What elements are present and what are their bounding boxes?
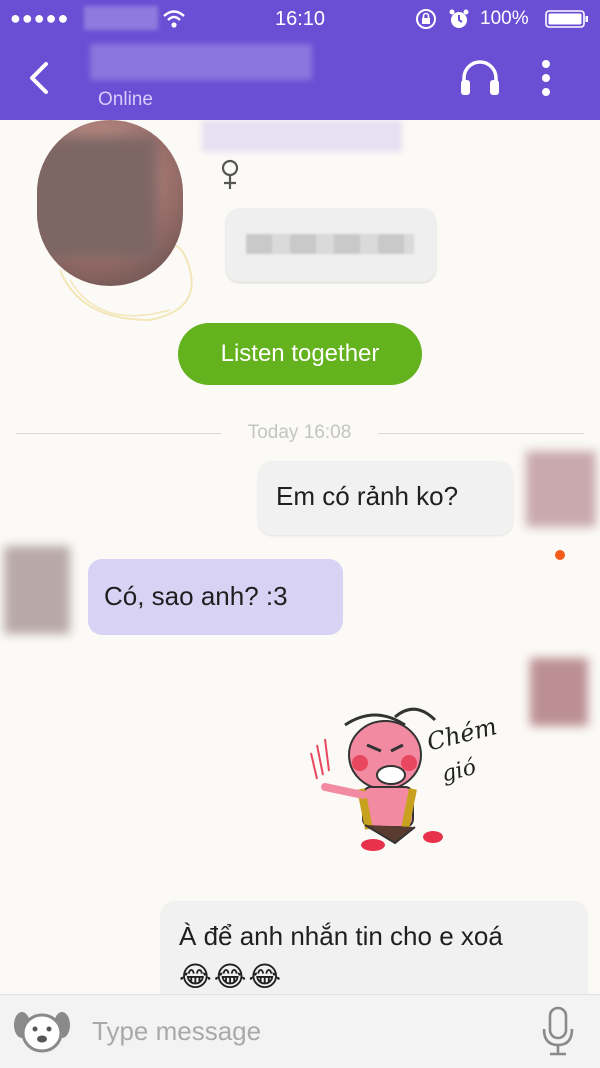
message-text: Có, sao anh? :3 [104,581,288,611]
avatar-blur-overlay [37,136,157,258]
sticker-caption: gió [439,755,478,788]
divider-line-left [16,433,221,434]
message-bubble-outgoing[interactable]: Em có rảnh ko? [258,461,513,535]
chat-header: Online [0,38,600,120]
message-input-bar [0,994,600,1068]
profile-info-bubble [226,208,436,282]
status-bar: ●●●●● 16:10 100% [0,0,600,38]
sticker-dog-icon[interactable] [12,1007,72,1055]
message-input[interactable] [92,1013,512,1049]
back-chevron-icon[interactable] [22,58,56,98]
more-vertical-icon[interactable] [532,56,560,100]
battery-icon [545,10,588,28]
battery-percentage: 100% [480,8,529,29]
message-bubble-outgoing[interactable]: À để anh nhắn tin cho e xoá 😂😂😂 [161,901,587,994]
my-avatar[interactable] [530,658,588,726]
message-bubble-incoming[interactable]: Có, sao anh? :3 [88,559,343,635]
profile-name-blurred [202,120,402,152]
orientation-lock-icon [416,9,436,29]
contact-status: Online [98,89,153,110]
my-avatar[interactable] [526,451,596,527]
unread-dot [555,550,565,560]
profile-info-blurred [246,234,414,254]
date-divider: Today 16:08 [16,422,584,446]
message-text: Em có rảnh ko? [276,481,459,511]
microphone-icon[interactable] [540,1005,576,1057]
chat-area[interactable]: Listen together Today 16:08 Em có rảnh k… [0,120,600,994]
sticker-character [310,707,443,851]
alarm-icon [449,9,469,28]
female-icon [221,159,239,189]
contact-avatar-large[interactable] [37,120,183,286]
message-emoji: 😂😂😂 [179,961,284,992]
divider-line-right [378,433,584,434]
contact-name-blurred [90,44,312,80]
listen-together-button[interactable]: Listen together [178,323,422,385]
sticker-message[interactable]: Chém gió [305,695,505,865]
message-text: À để anh nhắn tin cho e xoá [179,921,503,951]
contact-avatar-small[interactable] [4,546,70,634]
headphones-icon[interactable] [458,58,502,98]
date-divider-label: Today 16:08 [247,422,352,443]
